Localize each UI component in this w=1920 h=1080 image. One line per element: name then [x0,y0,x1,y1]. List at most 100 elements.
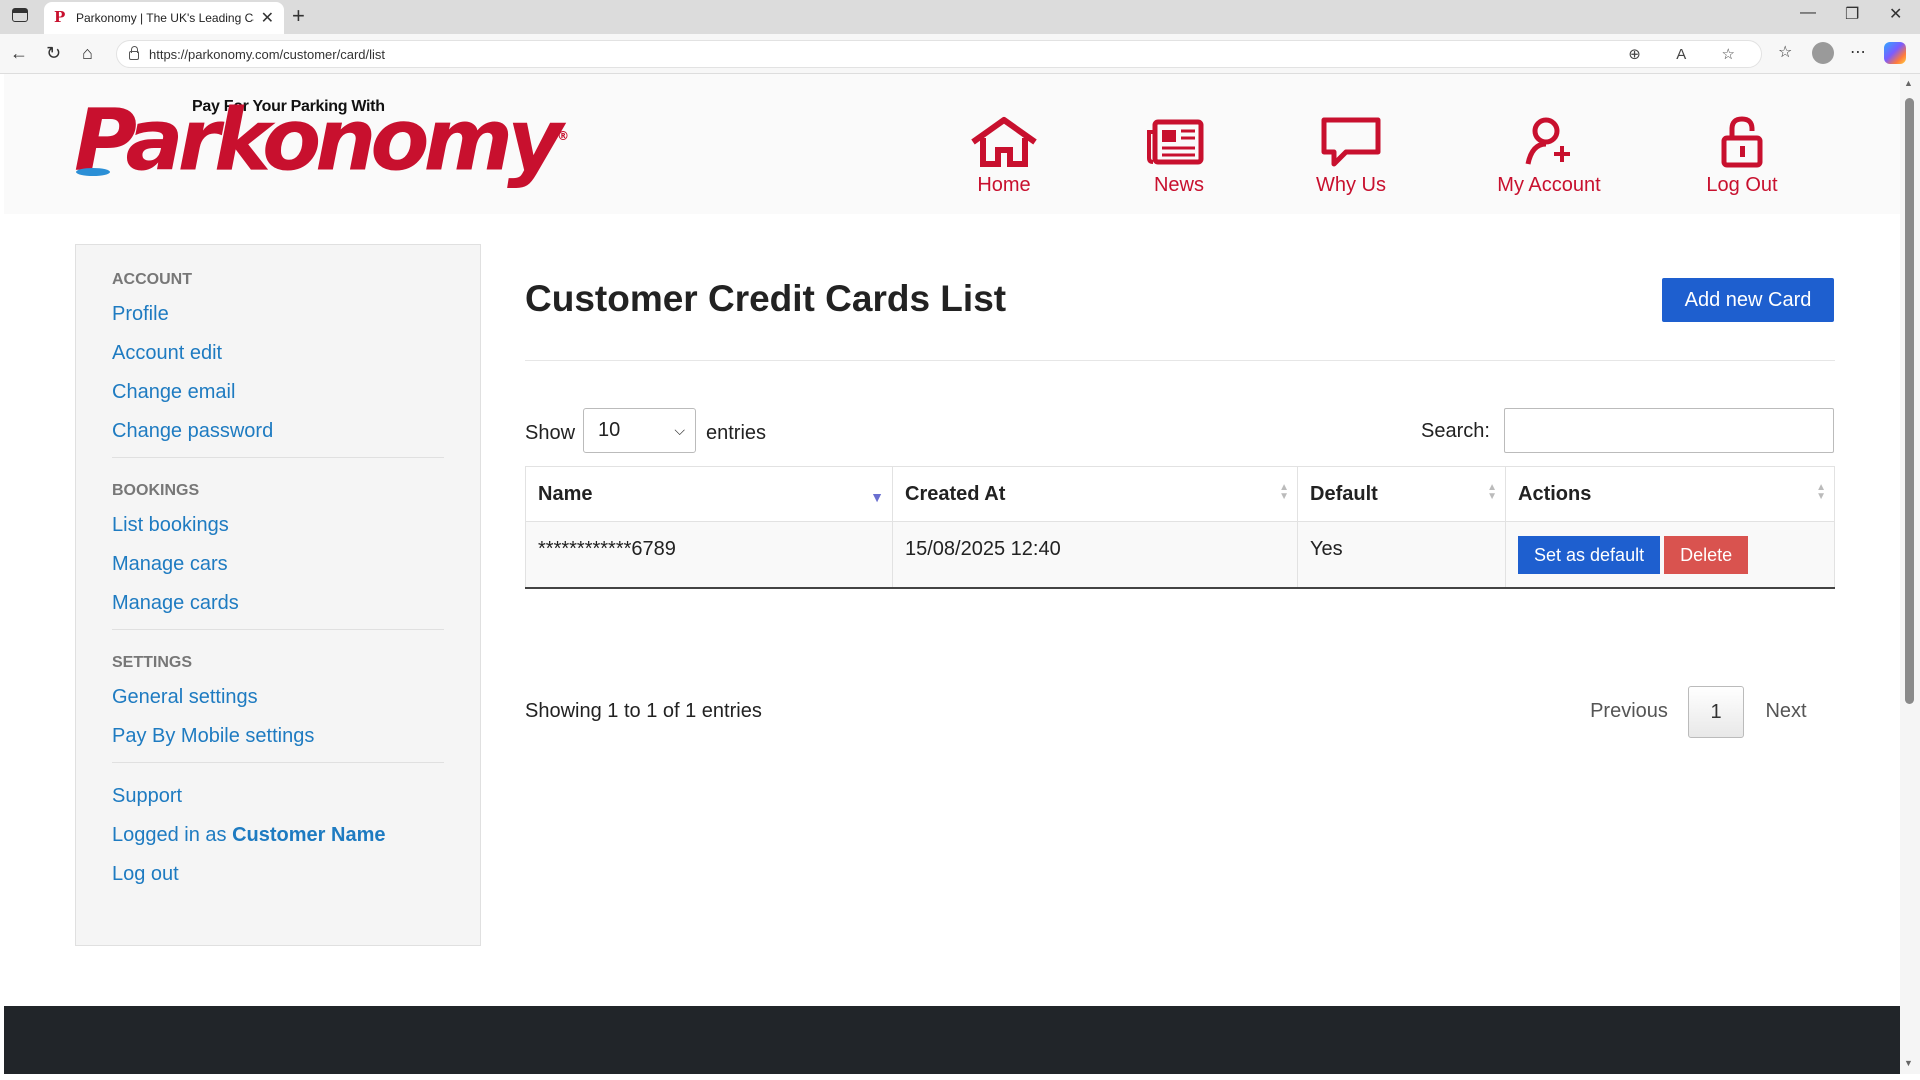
search-input[interactable] [1504,408,1834,453]
customer-name-link[interactable]: Customer Name [232,824,385,846]
copilot-icon[interactable] [1884,42,1906,64]
page-viewport: Pay For Your Parking With Parkonomy® Hom… [4,74,1900,1074]
nav-log-out-label: Log Out [1706,174,1778,196]
nav-why-us[interactable]: Why Us [1301,116,1401,206]
nav-my-account-label: My Account [1497,174,1601,196]
nav-home-label: Home [977,174,1031,196]
nav-why-us-label: Why Us [1316,174,1386,196]
column-header-name[interactable]: Name ▼ [525,466,893,522]
refresh-icon[interactable]: ↻ [46,43,61,64]
tab-actions-icon[interactable] [12,8,28,22]
add-new-card-button[interactable]: Add new Card [1662,278,1834,322]
column-created-at-label: Created At [905,482,1006,505]
logo-pin-shadow [76,168,110,176]
sidebar-link-manage-cars[interactable]: Manage cars [112,545,444,584]
chat-bubble-icon [1321,117,1381,167]
card-name-cell: ************6789 [525,521,893,588]
credit-cards-table: Name ▼ Created At ▲ ▼ Default ▲ ▼ Actions … [525,466,1835,589]
more-menu-icon[interactable]: ⋯ [1850,42,1866,62]
sidebar-link-account-edit[interactable]: Account edit [112,334,444,373]
sidebar-link-change-email[interactable]: Change email [112,373,444,412]
home-browser-icon[interactable]: ⌂ [82,43,93,64]
sidebar-link-pay-by-mobile-settings[interactable]: Pay By Mobile settings [112,717,444,756]
site-header: Pay For Your Parking With Parkonomy® Hom… [4,74,1900,214]
account-sidebar: ACCOUNT Profile Account edit Change emai… [75,244,481,946]
browser-tab[interactable]: P Parkonomy | The UK's Leading Ca ✕ [44,2,284,34]
unlock-icon [1721,116,1763,168]
window-close-icon[interactable]: ✕ [1889,4,1902,24]
close-tab-icon[interactable]: ✕ [261,8,274,28]
page-scrollbar[interactable]: ▲ ▼ [1900,74,1920,1074]
address-bar-actions[interactable]: ⊕ A ☆ [1628,45,1751,63]
entries-label: entries [706,422,767,444]
browser-address-bar: ← ↻ ⌂ https://parkonomy.com/customer/car… [0,34,1920,74]
tab-title: Parkonomy | The UK's Leading Ca [76,11,254,25]
parkonomy-logo[interactable]: Pay For Your Parking With Parkonomy® [74,86,569,189]
chevron-down-icon: ⌵ [674,422,685,438]
sidebar-link-general-settings[interactable]: General settings [112,678,444,717]
favorites-icon[interactable]: ☆ [1778,42,1792,62]
sidebar-heading-settings: SETTINGS [112,654,193,671]
scroll-down-icon[interactable]: ▼ [1904,1058,1913,1068]
back-icon[interactable]: ← [10,43,28,64]
scrollbar-thumb[interactable] [1905,98,1914,704]
registered-mark: ® [557,129,570,143]
title-divider [525,360,1835,361]
pagination-page-1[interactable]: 1 [1688,686,1744,738]
table-row: ************6789 15/08/2025 12:40 Yes Se… [525,521,1835,588]
sidebar-link-profile[interactable]: Profile [112,295,444,334]
show-label: Show [525,422,576,444]
logo-brand-text: Parkonomy [74,90,563,191]
sort-icon: ▲ ▼ [1279,482,1289,502]
sidebar-link-log-out[interactable]: Log out [112,855,444,894]
nav-log-out[interactable]: Log Out [1697,116,1787,206]
search-label: Search: [1421,420,1490,442]
logo-brand: Parkonomy® [74,88,569,189]
column-default-label: Default [1310,482,1378,505]
restore-icon[interactable]: ❐ [1845,4,1859,24]
sidebar-link-list-bookings[interactable]: List bookings [112,506,444,545]
minimize-icon[interactable]: — [1800,4,1816,22]
user-add-icon [1525,117,1570,165]
card-actions-cell: Set as default Delete [1505,521,1835,588]
column-header-actions[interactable]: Actions ▲ ▼ [1505,466,1835,522]
logged-in-as: Logged in as Customer Name [112,816,444,855]
column-header-created-at[interactable]: Created At ▲ ▼ [892,466,1298,522]
site-footer [4,1006,1900,1074]
nav-news-label: News [1153,174,1204,196]
column-name-label: Name [538,482,593,505]
pagination-next[interactable]: Next [1751,686,1821,736]
logged-in-prefix: Logged in as [112,824,233,846]
pagination-previous[interactable]: Previous [1579,686,1679,736]
new-tab-icon[interactable]: + [292,3,305,29]
lock-icon [129,46,139,60]
sidebar-link-change-password[interactable]: Change password [112,412,444,451]
sidebar-link-support[interactable]: Support [112,777,444,816]
nav-news[interactable]: News [1134,116,1224,206]
sort-icon: ▲ ▼ [1487,482,1497,502]
sidebar-link-manage-cards[interactable]: Manage cards [112,584,444,623]
page-size-value: 10 [598,419,621,441]
table-header-row: Name ▼ Created At ▲ ▼ Default ▲ ▼ Actions … [525,466,1835,522]
sort-icon: ▲ ▼ [1816,482,1826,502]
url-field[interactable]: https://parkonomy.com/customer/card/list… [116,40,1762,68]
set-as-default-button[interactable]: Set as default [1518,536,1661,574]
nav-my-account[interactable]: My Account [1484,116,1614,206]
table-info: Showing 1 to 1 of 1 entries [525,700,762,722]
delete-card-button[interactable]: Delete [1664,536,1749,574]
nav-home[interactable]: Home [959,116,1049,206]
column-actions-label: Actions [1518,482,1592,505]
scroll-up-icon[interactable]: ▲ [1904,78,1913,88]
column-header-default[interactable]: Default ▲ ▼ [1297,466,1506,522]
parkonomy-favicon-icon: P [54,8,66,26]
page-size-select[interactable]: 10 ⌵ [583,408,696,453]
newspaper-icon [1147,119,1204,165]
profile-avatar[interactable] [1812,42,1834,64]
card-created-at-cell: 15/08/2025 12:40 [892,521,1298,588]
sidebar-divider [112,457,444,458]
home-icon [971,117,1037,167]
sort-desc-icon: ▼ [870,489,884,505]
browser-tab-bar: P Parkonomy | The UK's Leading Ca ✕ + — … [0,0,1920,34]
page-title: Customer Credit Cards List [525,278,1007,319]
url-text: https://parkonomy.com/customer/card/list [149,47,386,62]
